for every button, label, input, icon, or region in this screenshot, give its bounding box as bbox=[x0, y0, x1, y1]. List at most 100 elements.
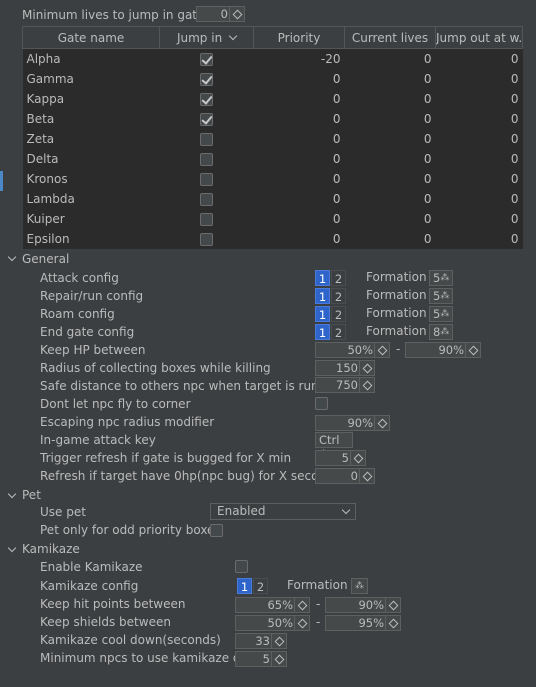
safe-distance-spinner[interactable]: 750 bbox=[315, 377, 375, 393]
table-row[interactable]: Alpha -20 0 0 bbox=[23, 49, 523, 70]
formation-selector[interactable]: 5⁂ bbox=[429, 270, 453, 286]
enable-kamikaze-checkbox[interactable] bbox=[235, 560, 248, 573]
jump-in-checkbox[interactable] bbox=[200, 93, 213, 106]
spinner-arrows-icon[interactable] bbox=[229, 7, 244, 21]
min-npcs-spinner[interactable]: 5 bbox=[235, 651, 287, 667]
jump-in-checkbox[interactable] bbox=[200, 193, 213, 206]
spinner-arrows-icon[interactable] bbox=[271, 634, 286, 648]
priority-cell[interactable]: -20 bbox=[254, 49, 345, 70]
formation-selector[interactable]: 8⁂ bbox=[429, 324, 453, 340]
spinner-arrows-icon[interactable] bbox=[385, 598, 400, 612]
config-toggle-2[interactable]: 2 bbox=[331, 324, 346, 340]
priority-cell[interactable]: 0 bbox=[254, 189, 345, 209]
jump-out-cell[interactable]: 0 bbox=[436, 149, 523, 169]
table-row[interactable]: Gamma 0 0 0 bbox=[23, 69, 523, 89]
jump-in-cell bbox=[160, 49, 254, 70]
escaping-spinner[interactable]: 90% bbox=[315, 415, 390, 431]
formation-selector[interactable]: 5⁂ bbox=[429, 306, 453, 322]
jump-in-checkbox[interactable] bbox=[200, 213, 213, 226]
hit-points-min-spinner[interactable]: 65% bbox=[235, 597, 310, 613]
kamikaze-collapse-chevron-icon[interactable] bbox=[7, 543, 17, 553]
priority-cell[interactable]: 0 bbox=[254, 129, 345, 149]
jump-in-checkbox[interactable] bbox=[200, 53, 213, 66]
jump-in-checkbox[interactable] bbox=[200, 113, 213, 126]
jump-in-cell bbox=[160, 189, 254, 209]
jump-out-cell[interactable]: 0 bbox=[436, 129, 523, 149]
kamikaze-formation-selector[interactable]: ⁂ bbox=[351, 578, 368, 594]
column-header-gate-name[interactable]: Gate name bbox=[22, 26, 160, 49]
jump-out-cell[interactable]: 0 bbox=[436, 89, 523, 109]
priority-cell[interactable]: 0 bbox=[254, 229, 345, 249]
config-toggle-1[interactable]: 1 bbox=[315, 270, 330, 286]
column-header-jump-out[interactable]: Jump out at w... bbox=[435, 26, 523, 49]
jump-in-checkbox[interactable] bbox=[200, 233, 213, 246]
shields-min-spinner[interactable]: 50% bbox=[235, 615, 310, 631]
jump-in-checkbox[interactable] bbox=[200, 153, 213, 166]
table-row[interactable]: Zeta 0 0 0 bbox=[23, 129, 523, 149]
trigger-refresh-spinner[interactable]: 5 bbox=[315, 450, 366, 466]
spinner-arrows-icon[interactable] bbox=[374, 416, 389, 430]
config-toggle-1[interactable]: 1 bbox=[315, 324, 330, 340]
dont-fly-checkbox[interactable] bbox=[315, 397, 328, 410]
jump-out-cell[interactable]: 0 bbox=[436, 109, 523, 129]
use-pet-select[interactable]: Enabled bbox=[210, 503, 356, 520]
table-row[interactable]: Epsilon 0 0 0 bbox=[23, 229, 523, 249]
pet-collapse-chevron-icon[interactable] bbox=[7, 489, 17, 499]
cooldown-spinner[interactable]: 33 bbox=[235, 633, 287, 649]
priority-cell[interactable]: 0 bbox=[254, 209, 345, 229]
spinner-arrows-icon[interactable] bbox=[271, 652, 286, 666]
table-row[interactable]: Kappa 0 0 0 bbox=[23, 89, 523, 109]
keep-hp-max-spinner[interactable]: 90% bbox=[405, 342, 481, 358]
config-toggle-1[interactable]: 1 bbox=[315, 288, 330, 304]
spinner-arrows-icon[interactable] bbox=[374, 343, 389, 357]
jump-out-cell[interactable]: 0 bbox=[436, 189, 523, 209]
spinner-arrows-icon[interactable] bbox=[359, 361, 374, 375]
table-row[interactable]: Lambda 0 0 0 bbox=[23, 189, 523, 209]
config-toggle-2[interactable]: 2 bbox=[331, 288, 346, 304]
min-lives-spinner[interactable]: 0 bbox=[196, 6, 245, 22]
spinner-arrows-icon[interactable] bbox=[359, 378, 374, 392]
column-header-priority[interactable]: Priority bbox=[253, 26, 345, 49]
table-row[interactable]: Kuiper 0 0 0 bbox=[23, 209, 523, 229]
spinner-arrows-icon[interactable] bbox=[294, 616, 309, 630]
kamikaze-config-toggle-1[interactable]: 1 bbox=[237, 578, 252, 594]
table-row[interactable]: Beta 0 0 0 bbox=[23, 109, 523, 129]
spinner-arrows-icon[interactable] bbox=[350, 451, 365, 465]
shields-max-value: 95% bbox=[358, 616, 384, 630]
table-row[interactable]: Delta 0 0 0 bbox=[23, 149, 523, 169]
spinner-arrows-icon[interactable] bbox=[385, 616, 400, 630]
column-header-current-lives[interactable]: Current lives bbox=[344, 26, 436, 49]
jump-out-cell[interactable]: 0 bbox=[436, 69, 523, 89]
jump-out-cell[interactable]: 0 bbox=[436, 229, 523, 249]
spinner-arrows-icon[interactable] bbox=[359, 469, 374, 483]
hit-points-max-spinner[interactable]: 90% bbox=[325, 597, 401, 613]
config-toggle-1[interactable]: 1 bbox=[315, 306, 330, 322]
jump-out-cell[interactable]: 0 bbox=[436, 209, 523, 229]
spinner-arrows-icon[interactable] bbox=[465, 343, 480, 357]
column-header-jump-in[interactable]: Jump in bbox=[159, 26, 254, 49]
formation-selector[interactable]: 5⁂ bbox=[429, 288, 453, 304]
spinner-arrows-icon[interactable] bbox=[294, 598, 309, 612]
config-toggle-2[interactable]: 2 bbox=[331, 306, 346, 322]
priority-cell[interactable]: 0 bbox=[254, 89, 345, 109]
general-collapse-chevron-icon[interactable] bbox=[7, 252, 17, 262]
odd-priority-checkbox[interactable] bbox=[210, 524, 223, 537]
config-toggle-2[interactable]: 2 bbox=[331, 270, 346, 286]
jump-out-cell[interactable]: 0 bbox=[436, 169, 523, 189]
jump-in-checkbox[interactable] bbox=[200, 173, 213, 186]
jump-in-checkbox[interactable] bbox=[200, 133, 213, 146]
priority-cell[interactable]: 0 bbox=[254, 109, 345, 129]
jump-in-checkbox[interactable] bbox=[200, 73, 213, 86]
keep-hp-min-spinner[interactable]: 50% bbox=[315, 342, 390, 358]
priority-cell[interactable]: 0 bbox=[254, 149, 345, 169]
priority-cell[interactable]: 0 bbox=[254, 169, 345, 189]
config-label: Roam config bbox=[40, 307, 115, 321]
kamikaze-config-toggle-2[interactable]: 2 bbox=[253, 578, 268, 594]
shields-max-spinner[interactable]: 95% bbox=[325, 615, 401, 631]
jump-out-cell[interactable]: 0 bbox=[436, 49, 523, 70]
table-row[interactable]: Kronos 0 0 0 bbox=[23, 169, 523, 189]
priority-cell[interactable]: 0 bbox=[254, 69, 345, 89]
attack-key-field[interactable]: Ctrl ⁂ bbox=[315, 432, 353, 459]
radius-spinner[interactable]: 150 bbox=[315, 360, 375, 376]
refresh-0hp-spinner[interactable]: 0 bbox=[315, 468, 375, 484]
